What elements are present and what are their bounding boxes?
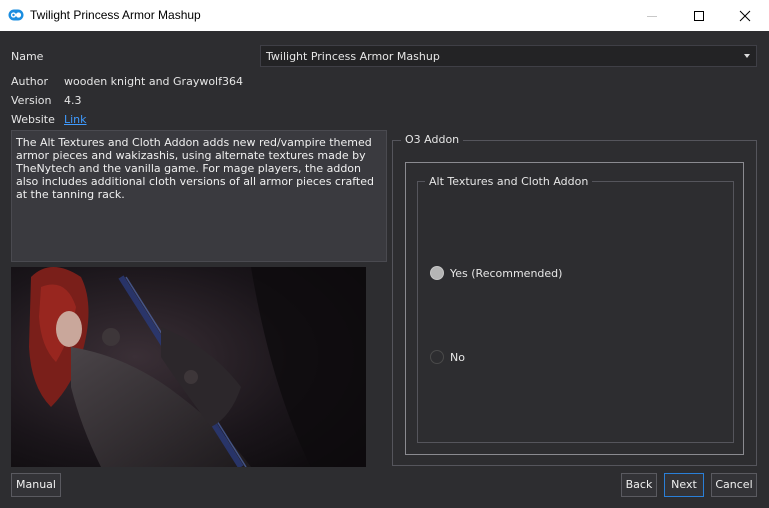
options-group-title: O3 Addon [401, 133, 464, 146]
next-button[interactable]: Next [664, 473, 704, 497]
addon-subgroup-title: Alt Textures and Cloth Addon [425, 175, 593, 188]
minimize-button[interactable] [629, 0, 675, 31]
website-link[interactable]: Link [64, 113, 87, 126]
maximize-icon [694, 11, 704, 21]
title-bar: Twilight Princess Armor Mashup [0, 0, 769, 31]
preview-artwork [11, 267, 366, 467]
maximize-button[interactable] [676, 0, 722, 31]
description-text: The Alt Textures and Cloth Addon adds ne… [11, 130, 387, 262]
addon-subgroup [417, 181, 734, 443]
version-label: Version [11, 94, 52, 107]
name-dropdown[interactable]: Twilight Princess Armor Mashup [260, 45, 757, 67]
back-button[interactable]: Back [621, 473, 657, 497]
radio-yes[interactable] [430, 266, 444, 280]
website-label: Website [11, 113, 55, 126]
version-value: 4.3 [64, 94, 82, 107]
chevron-down-icon [744, 54, 750, 58]
name-dropdown-value: Twilight Princess Armor Mashup [266, 50, 440, 63]
close-icon [739, 10, 751, 22]
author-value: wooden knight and Graywolf364 [64, 75, 243, 88]
radio-no-label[interactable]: No [450, 351, 465, 364]
app-logo-icon [8, 9, 24, 21]
close-button[interactable] [722, 0, 768, 31]
cancel-button[interactable]: Cancel [711, 473, 757, 497]
radio-no[interactable] [430, 350, 444, 364]
manual-button[interactable]: Manual [11, 473, 61, 497]
minimize-icon [647, 16, 657, 17]
author-label: Author [11, 75, 49, 88]
window-title: Twilight Princess Armor Mashup [30, 8, 201, 22]
preview-image [11, 267, 366, 467]
name-label: Name [11, 50, 44, 63]
radio-yes-label[interactable]: Yes (Recommended) [450, 267, 562, 280]
